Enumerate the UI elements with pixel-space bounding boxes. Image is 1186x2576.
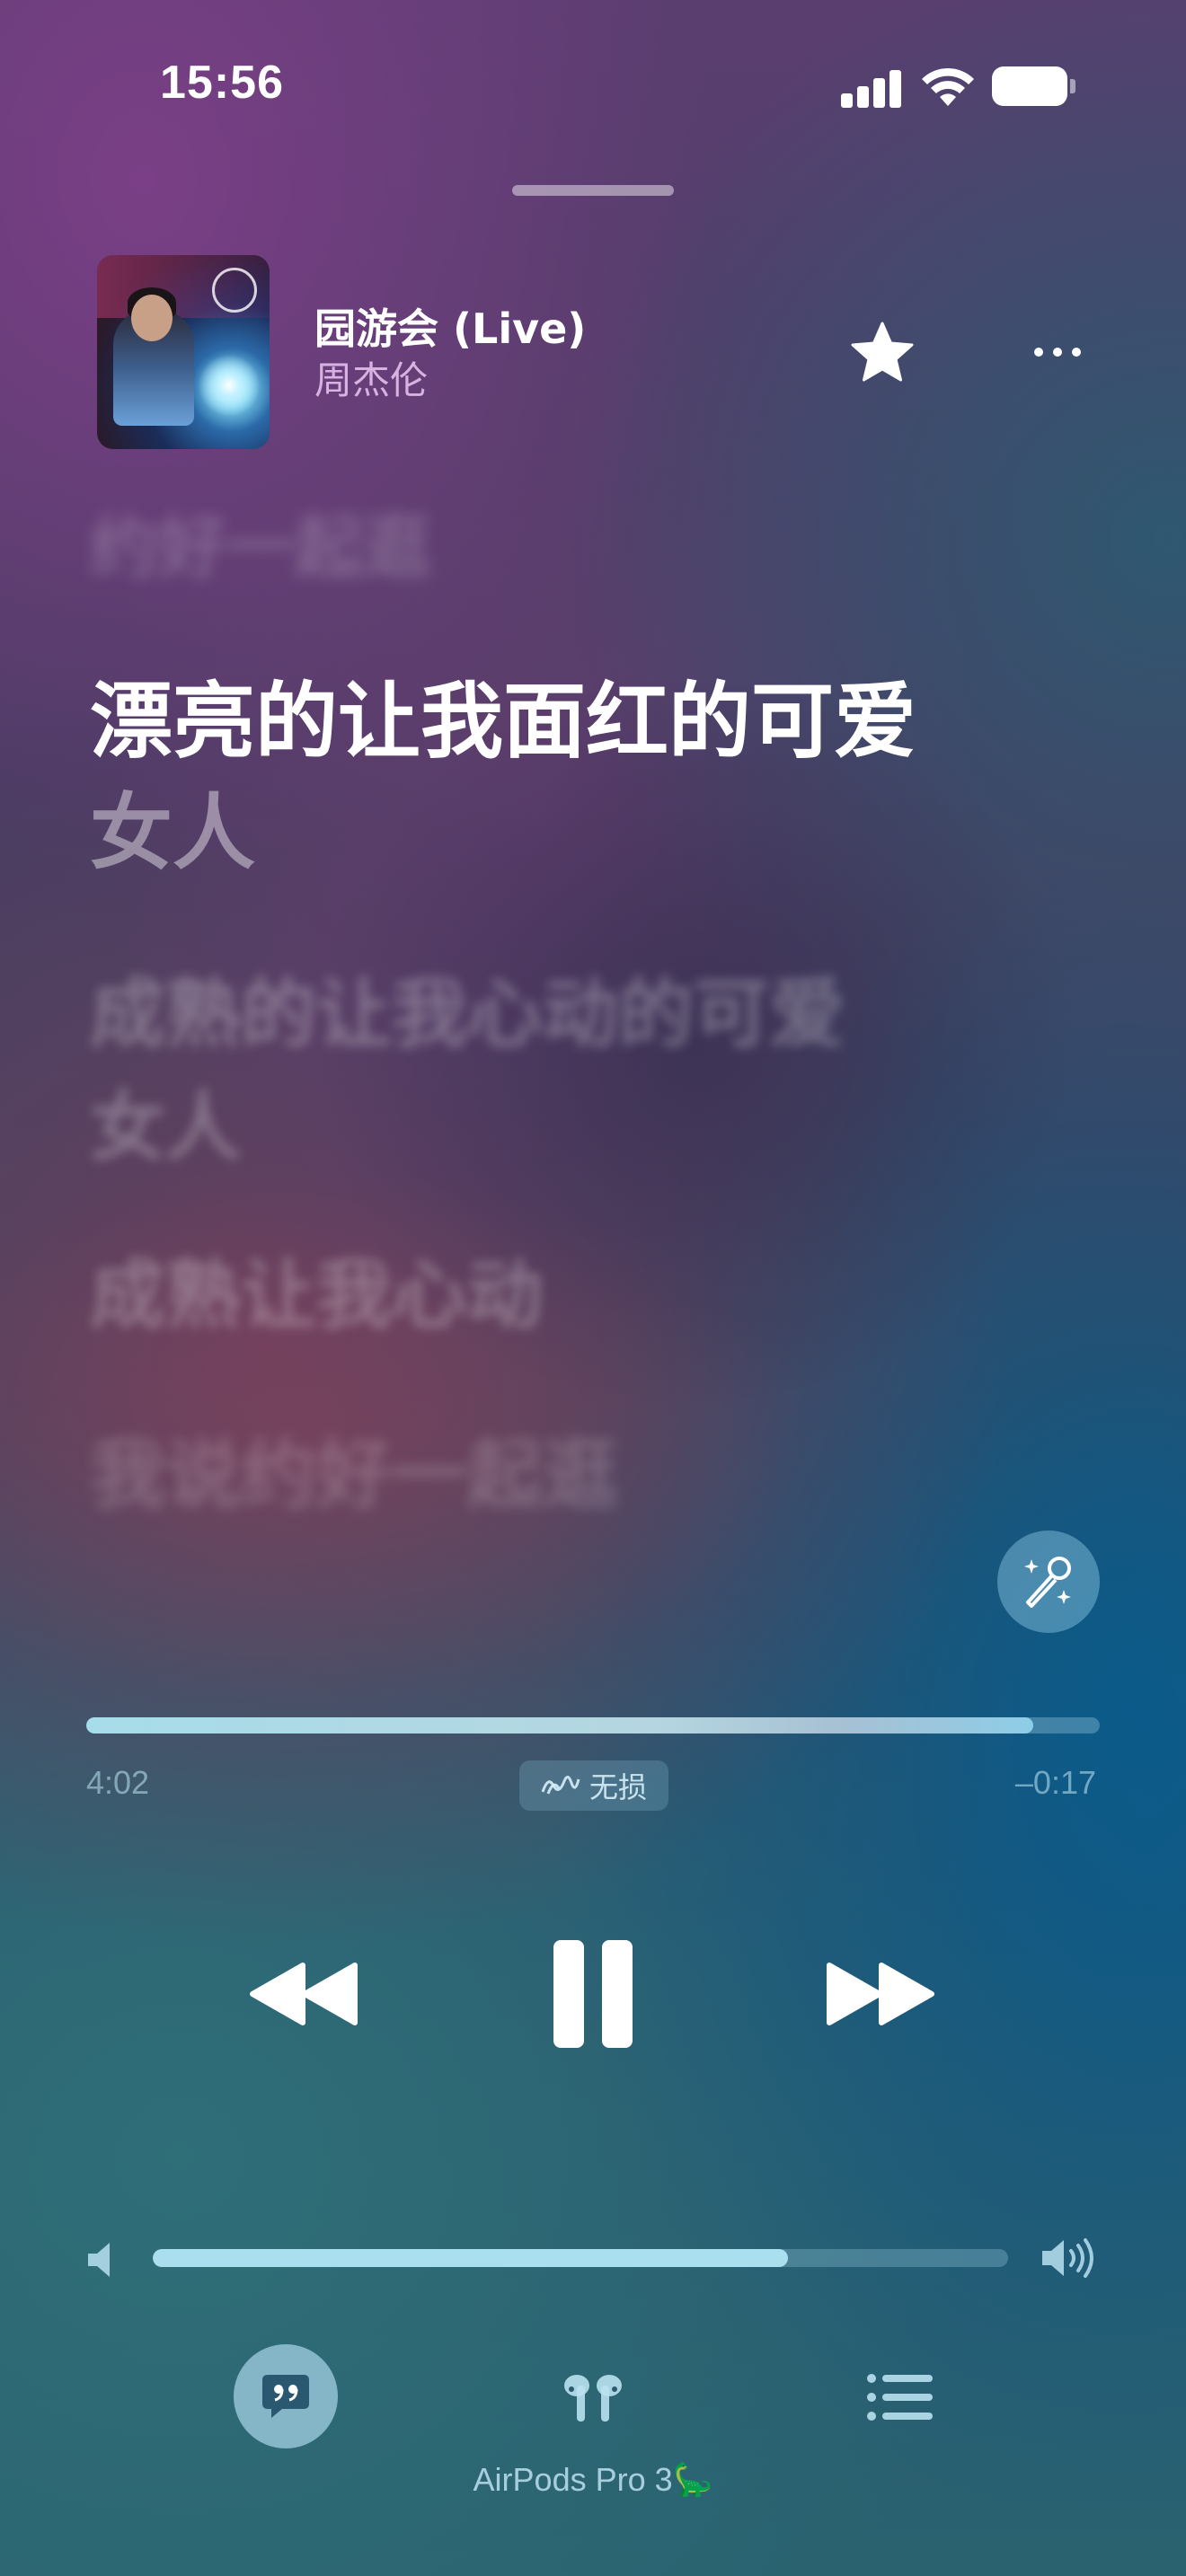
remaining-time: –0:17 — [1014, 1764, 1096, 1801]
wifi-icon — [922, 67, 974, 106]
lyric-line-next-2[interactable]: 成熟让我心动 — [90, 1239, 543, 1351]
ellipsis-icon — [1034, 348, 1043, 357]
song-title[interactable]: 园游会 (Live) — [314, 302, 586, 356]
rewind-button[interactable] — [243, 1949, 368, 2039]
lyric-line-next-3[interactable]: 我说约好一起逛 — [90, 1419, 618, 1531]
pause-icon — [553, 1940, 633, 2048]
album-artwork[interactable] — [97, 255, 270, 449]
airpods-icon — [564, 2375, 622, 2422]
lossless-wave-icon — [541, 1776, 580, 1795]
list-icon — [867, 2374, 933, 2421]
volume-low-icon[interactable] — [86, 2240, 122, 2280]
lyric-next1-line1: 成熟的让我心动的可爱 — [90, 970, 845, 1058]
more-button[interactable] — [1026, 338, 1089, 366]
lyric-line-current[interactable]: 漂亮的让我面红的可爱 女人 — [90, 666, 1078, 889]
status-time: 15:56 — [160, 57, 284, 109]
lossless-badge[interactable]: 无损 — [519, 1760, 668, 1811]
song-artist[interactable]: 周杰伦 — [314, 356, 428, 406]
sing-button[interactable] — [997, 1531, 1100, 1633]
status-bar: 15:56 — [0, 0, 1186, 180]
forward-button[interactable] — [816, 1949, 942, 2039]
lyrics-button[interactable] — [234, 2344, 338, 2448]
cellular-signal-icon — [841, 68, 902, 108]
forward-icon — [827, 1963, 934, 2025]
volume-high-icon[interactable] — [1040, 2235, 1100, 2281]
lyric-line-previous[interactable]: 约好一起逛 — [90, 492, 431, 604]
lyric-current-line1: 漂亮的让我面红的可爱 — [90, 674, 917, 770]
airplay-button[interactable] — [553, 2368, 633, 2430]
volume-slider[interactable] — [153, 2249, 1008, 2267]
star-icon — [851, 322, 914, 382]
quote-bubble-icon — [262, 2375, 309, 2418]
lyric-next1-line2: 女人 — [90, 1083, 242, 1171]
lyric-line-next-1[interactable]: 成熟的让我心动的可爱 女人 — [90, 957, 1078, 1184]
microphone-sparkles-icon — [1024, 1557, 1071, 1608]
pause-button[interactable] — [539, 1931, 647, 2057]
playback-scrubber[interactable] — [86, 1717, 1100, 1734]
sheet-grabber[interactable] — [512, 185, 674, 196]
output-device-label[interactable]: AirPods Pro 3🦕 — [0, 2461, 1186, 2499]
lossless-label: 无损 — [589, 1770, 647, 1804]
lyric-current-line2: 女人 — [90, 785, 256, 881]
queue-button[interactable] — [864, 2369, 936, 2425]
backward-icon — [250, 1963, 358, 2025]
elapsed-time: 4:02 — [86, 1764, 150, 1801]
favorite-button[interactable] — [846, 320, 918, 384]
battery-icon — [992, 66, 1075, 106]
